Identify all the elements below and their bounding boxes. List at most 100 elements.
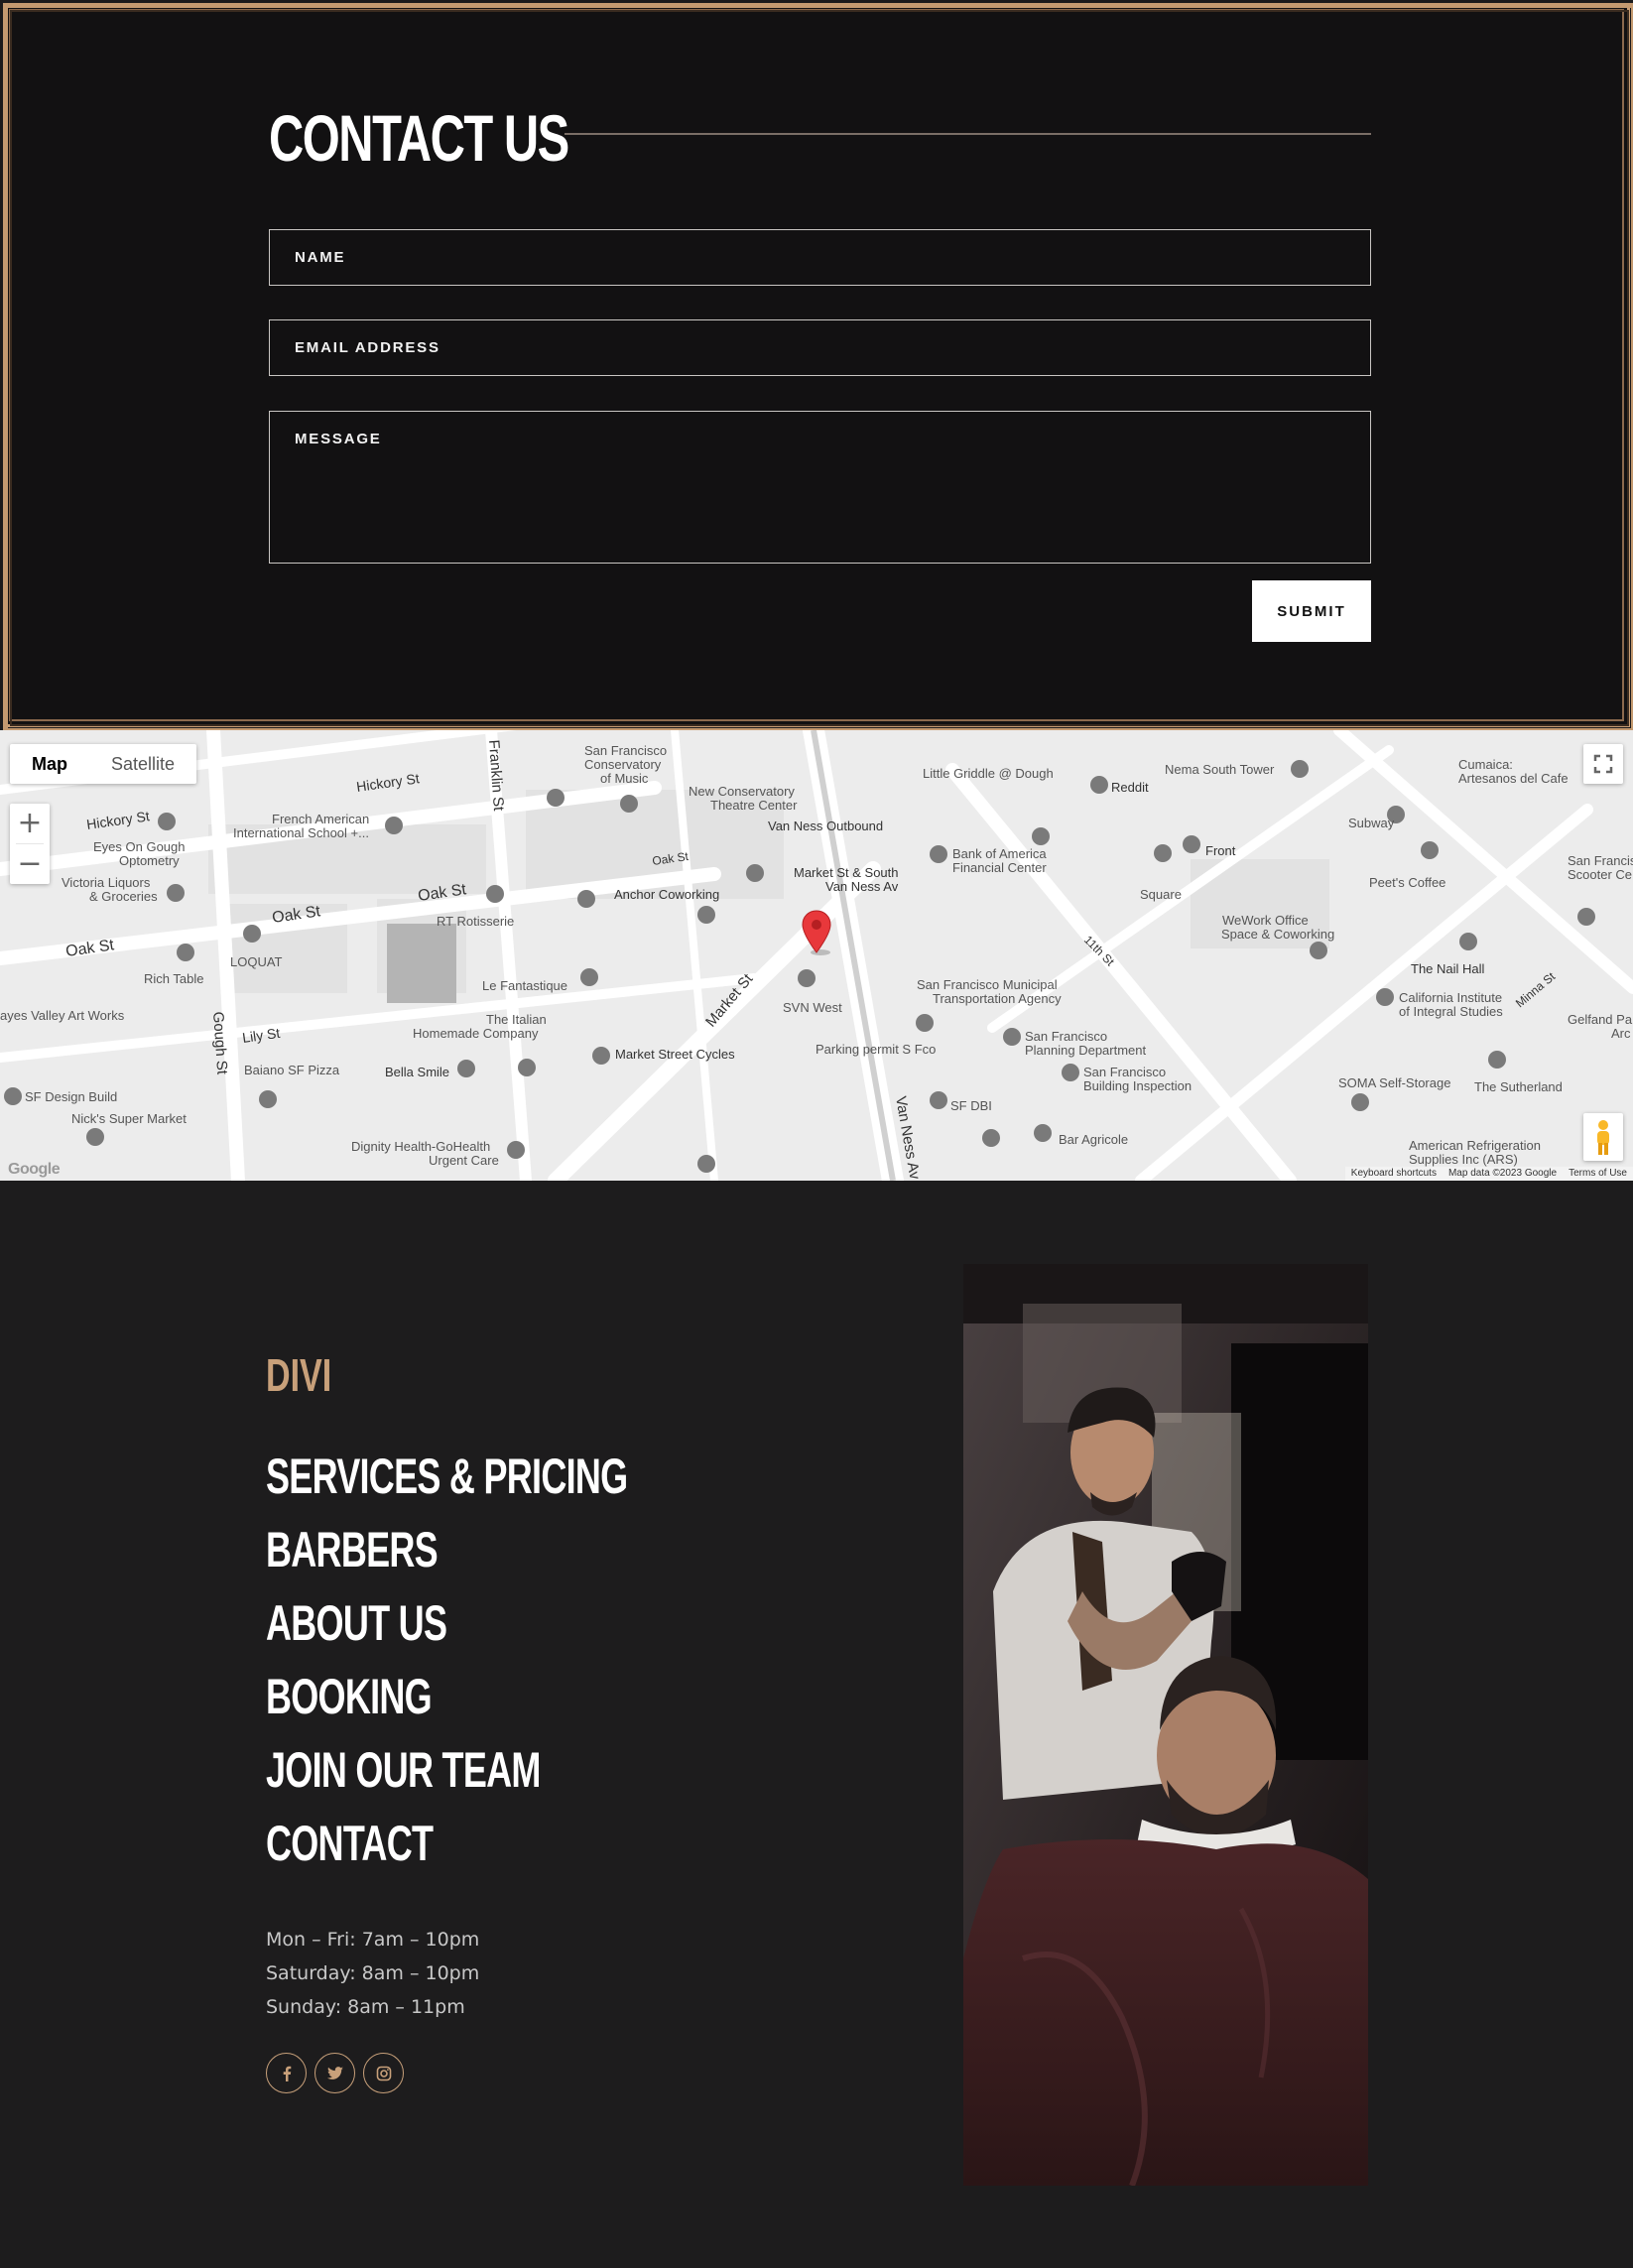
map-attribution: Keyboard shortcuts Map data ©2023 Google… xyxy=(1344,1167,1633,1181)
svg-text:ayes Valley Art Works: ayes Valley Art Works xyxy=(0,1008,125,1023)
svg-text:of Music: of Music xyxy=(600,771,649,786)
svg-text:Gelfand Pa: Gelfand Pa xyxy=(1568,1012,1633,1027)
nav-link-join-our-team[interactable]: JOIN OUR TEAM xyxy=(266,1740,541,1800)
svg-text:Square: Square xyxy=(1140,887,1182,902)
svg-text:Baiano SF Pizza: Baiano SF Pizza xyxy=(244,1063,340,1077)
title-divider xyxy=(565,133,1371,135)
svg-text:Front: Front xyxy=(1205,843,1236,858)
terms-link[interactable]: Terms of Use xyxy=(1569,1167,1627,1181)
opening-hours: Mon – Fri: 7am – 10pm Saturday: 8am – 10… xyxy=(266,1923,479,2024)
submit-button[interactable]: SUBMIT xyxy=(1252,580,1371,642)
svg-text:Urgent Care: Urgent Care xyxy=(429,1153,499,1168)
street-view-pegman[interactable] xyxy=(1583,1113,1623,1161)
nav-link-services-pricing[interactable]: SERVICES & PRICING xyxy=(266,1447,628,1506)
map-type-control: Map Satellite xyxy=(10,744,197,784)
svg-text:Homemade Company: Homemade Company xyxy=(413,1026,539,1041)
name-input[interactable] xyxy=(269,229,1371,286)
svg-text:Financial Center: Financial Center xyxy=(952,860,1047,875)
social-links xyxy=(266,2053,404,2093)
svg-text:SVN West: SVN West xyxy=(783,1000,842,1015)
nav-link-barbers[interactable]: BARBERS xyxy=(266,1520,439,1579)
instagram-icon xyxy=(376,2066,391,2080)
svg-text:Bella Smile: Bella Smile xyxy=(385,1065,449,1079)
svg-text:San Francisco: San Francisco xyxy=(1025,1029,1107,1044)
svg-text:Victoria Liquors: Victoria Liquors xyxy=(62,875,151,890)
svg-text:San Francisco Municipal: San Francisco Municipal xyxy=(917,977,1058,992)
hours-weekdays: Mon – Fri: 7am – 10pm xyxy=(266,1929,480,1951)
svg-text:SF Design Build: SF Design Build xyxy=(25,1089,117,1104)
brand-logo[interactable]: DIVI xyxy=(266,1349,331,1401)
svg-text:Nema South Tower: Nema South Tower xyxy=(1165,762,1275,777)
fullscreen-icon xyxy=(1593,754,1613,774)
svg-text:Peet's Coffee: Peet's Coffee xyxy=(1369,875,1445,890)
svg-text:Optometry: Optometry xyxy=(119,853,180,868)
svg-text:Van Ness Outbound: Van Ness Outbound xyxy=(768,819,883,833)
map-type-satellite-button[interactable]: Satellite xyxy=(89,744,196,784)
contact-title: CONTACT US xyxy=(269,101,569,175)
svg-text:SOMA Self-Storage: SOMA Self-Storage xyxy=(1338,1075,1450,1090)
svg-text:Dignity Health-GoHealth: Dignity Health-GoHealth xyxy=(351,1139,490,1154)
svg-text:The Italian: The Italian xyxy=(486,1012,547,1027)
svg-text:Anchor Coworking: Anchor Coworking xyxy=(614,887,719,902)
svg-text:Van Ness Av: Van Ness Av xyxy=(825,879,899,894)
svg-text:Transportation Agency: Transportation Agency xyxy=(933,991,1062,1006)
svg-text:Cumaica:: Cumaica: xyxy=(1458,757,1513,772)
svg-text:Bar Agricole: Bar Agricole xyxy=(1059,1132,1128,1147)
fullscreen-button[interactable] xyxy=(1583,744,1623,784)
twitter-link[interactable] xyxy=(314,2053,355,2093)
keyboard-shortcuts-link[interactable]: Keyboard shortcuts xyxy=(1351,1167,1437,1181)
svg-text:Rich Table: Rich Table xyxy=(144,971,203,986)
svg-text:San Francis: San Francis xyxy=(1568,853,1633,868)
nav-link-about-us[interactable]: ABOUT US xyxy=(266,1593,447,1653)
svg-text:Theatre Center: Theatre Center xyxy=(710,798,798,813)
hours-sunday: Sunday: 8am – 11pm xyxy=(266,1996,465,2018)
map-data-text: Map data ©2023 Google xyxy=(1447,1168,1558,1179)
instagram-link[interactable] xyxy=(363,2053,404,2093)
pegman-icon xyxy=(1597,1120,1609,1155)
map-type-map-button[interactable]: Map xyxy=(10,744,89,784)
facebook-link[interactable] xyxy=(266,2053,307,2093)
svg-text:Nick's Super Market: Nick's Super Market xyxy=(71,1111,187,1126)
svg-text:& Groceries: & Groceries xyxy=(89,889,158,904)
svg-text:Artesanos del Cafe: Artesanos del Cafe xyxy=(1458,771,1569,786)
svg-text:Little Griddle @ Dough: Little Griddle @ Dough xyxy=(923,766,1054,781)
svg-text:French American: French American xyxy=(272,812,369,826)
svg-text:American Refrigeration: American Refrigeration xyxy=(1409,1138,1541,1153)
twitter-icon xyxy=(326,2066,343,2079)
svg-text:Building Inspection: Building Inspection xyxy=(1083,1078,1192,1093)
svg-text:Market Street Cycles: Market Street Cycles xyxy=(615,1047,735,1062)
svg-text:Subway: Subway xyxy=(1348,816,1395,830)
barber-photo xyxy=(963,1264,1368,2186)
svg-text:Parking permit S Fco: Parking permit S Fco xyxy=(816,1042,936,1057)
svg-text:Le Fantastique: Le Fantastique xyxy=(482,978,567,993)
svg-text:San Francisco: San Francisco xyxy=(1083,1065,1166,1079)
email-input[interactable] xyxy=(269,319,1371,376)
hours-saturday: Saturday: 8am – 10pm xyxy=(266,1962,480,1984)
barber-cutting-hair-image xyxy=(963,1264,1368,2186)
svg-text:Planning Department: Planning Department xyxy=(1025,1043,1147,1058)
svg-text:New Conservatory: New Conservatory xyxy=(689,784,795,799)
svg-text:Arc: Arc xyxy=(1611,1026,1631,1041)
zoom-in-button[interactable]: + xyxy=(10,804,50,843)
svg-text:The Nail Hall: The Nail Hall xyxy=(1411,961,1485,976)
svg-text:San Francisco: San Francisco xyxy=(584,743,667,758)
google-map[interactable]: Hickory St Hickory St Oak St Oak St Oak … xyxy=(0,730,1633,1181)
svg-text:International School +...: International School +... xyxy=(233,825,369,840)
zoom-out-button[interactable]: − xyxy=(10,844,50,884)
svg-text:of Integral Studies: of Integral Studies xyxy=(1399,1004,1503,1019)
svg-text:Eyes On Gough: Eyes On Gough xyxy=(93,839,186,854)
message-textarea[interactable] xyxy=(269,411,1371,564)
svg-text:RT Rotisserie: RT Rotisserie xyxy=(437,914,514,929)
svg-text:LOQUAT: LOQUAT xyxy=(230,954,283,969)
svg-text:Scooter Ce: Scooter Ce xyxy=(1568,867,1632,882)
map-location-pin-icon[interactable] xyxy=(800,909,833,956)
nav-link-booking[interactable]: BOOKING xyxy=(266,1667,433,1726)
svg-text:SF DBI: SF DBI xyxy=(950,1098,992,1113)
zoom-control: + − xyxy=(10,804,50,884)
facebook-icon xyxy=(283,2066,291,2081)
svg-text:Space & Coworking: Space & Coworking xyxy=(1221,927,1334,942)
svg-text:Bank of America: Bank of America xyxy=(952,846,1047,861)
google-logo: Google xyxy=(8,1161,61,1178)
footer-nav: SERVICES & PRICING BARBERS ABOUT US BOOK… xyxy=(266,1447,768,1887)
nav-link-contact[interactable]: CONTACT xyxy=(266,1814,434,1873)
